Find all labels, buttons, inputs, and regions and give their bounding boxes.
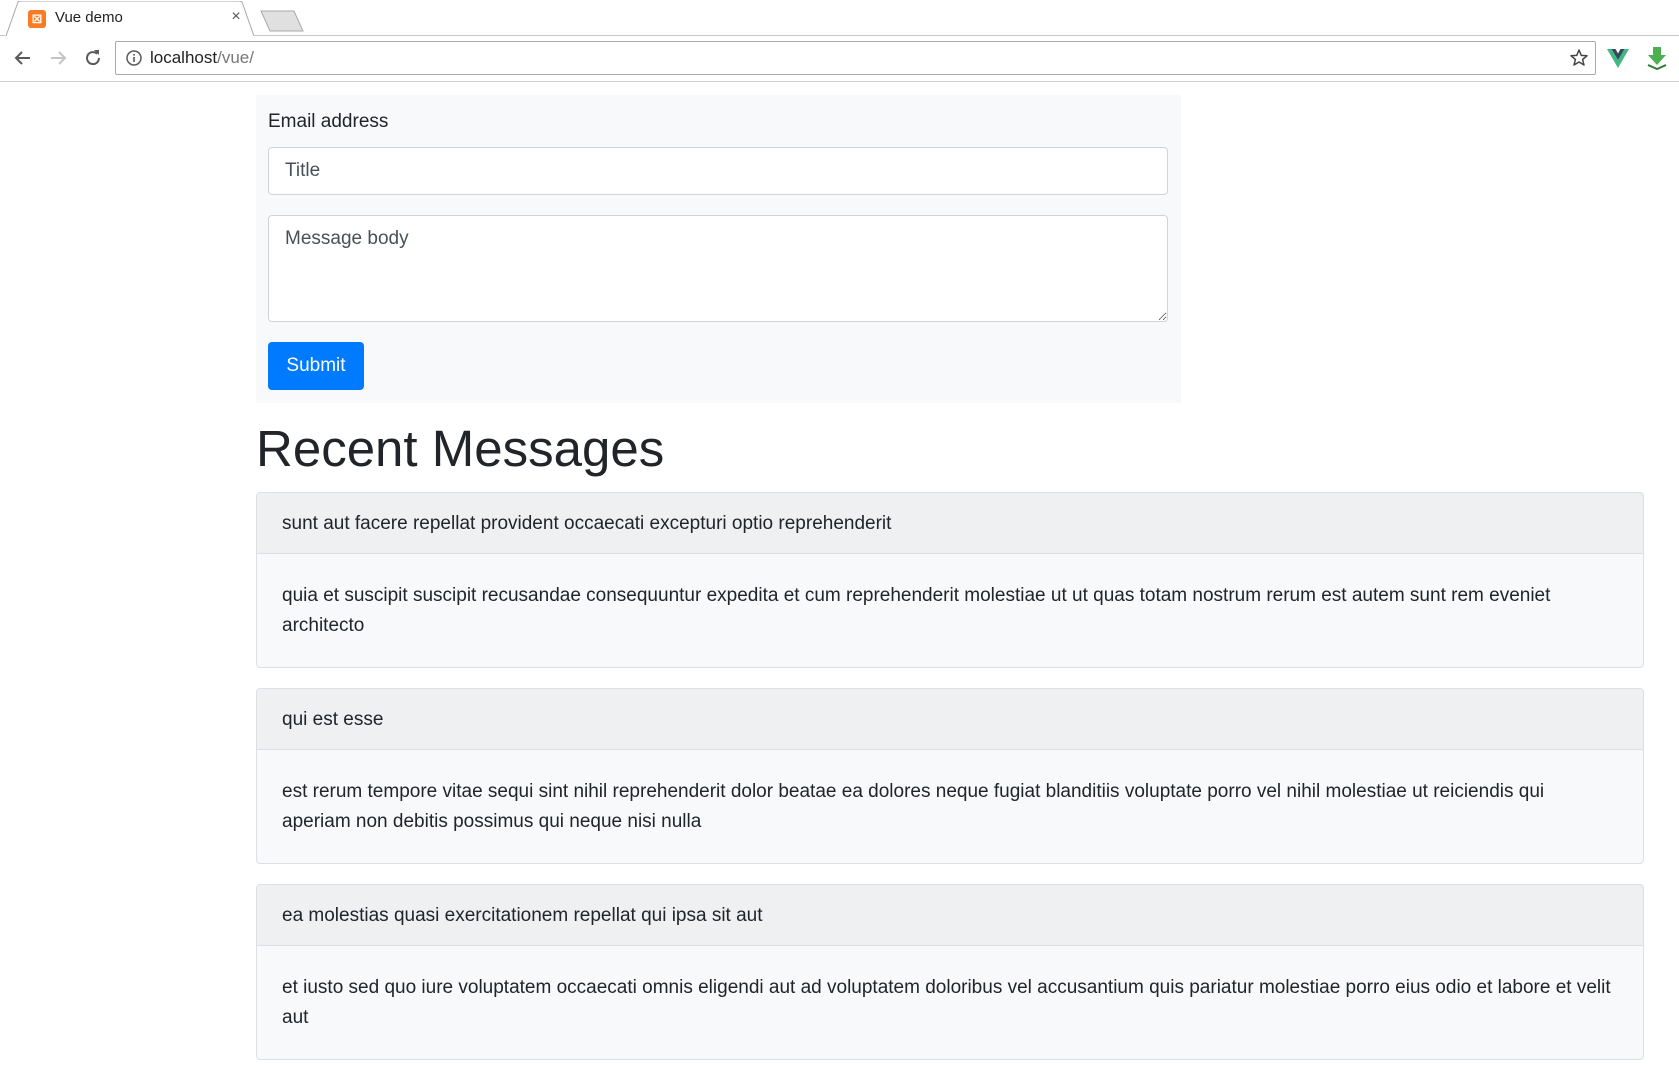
submit-button[interactable]: Submit (268, 342, 364, 390)
recent-messages-heading: Recent Messages (256, 420, 665, 477)
messages-list: sunt aut facere repellat provident occae… (256, 492, 1644, 1080)
vue-devtools-icon[interactable] (1605, 45, 1631, 71)
tab-title: Vue demo (55, 9, 123, 26)
message-card: qui est esse est rerum tempore vitae seq… (256, 688, 1644, 864)
message-title: sunt aut facere repellat provident occae… (257, 493, 1643, 554)
message-title: ea molestias quasi exercitationem repell… (257, 885, 1643, 946)
address-bar[interactable]: localhost/vue/ (115, 41, 1596, 75)
message-form: Email address Submit (256, 95, 1181, 403)
browser-toolbar: localhost/vue/ (0, 36, 1679, 82)
url-path: /vue/ (217, 48, 254, 67)
message-body: quia et suscipit suscipit recusandae con… (282, 585, 1551, 636)
title-input[interactable] (268, 147, 1168, 195)
tab-close-icon[interactable]: × (228, 8, 244, 26)
arrow-right-icon (51, 51, 67, 65)
url-text: localhost/vue/ (150, 48, 254, 68)
star-icon[interactable] (1569, 48, 1589, 68)
download-icon[interactable] (1644, 45, 1670, 71)
info-icon[interactable] (125, 49, 143, 67)
reload-button[interactable] (78, 43, 108, 73)
message-body-textarea[interactable] (268, 215, 1168, 322)
new-tab-button[interactable] (260, 10, 304, 32)
browser-tabstrip: ⊠ Vue demo × (0, 0, 1679, 36)
message-body: et iusto sed quo iure voluptatem occaeca… (282, 977, 1611, 1028)
message-card: sunt aut facere repellat provident occae… (256, 492, 1644, 668)
email-address-label: Email address (268, 111, 389, 132)
forward-button[interactable] (43, 43, 73, 73)
message-body: est rerum tempore vitae sequi sint nihil… (282, 781, 1545, 832)
reload-icon (86, 50, 101, 66)
back-button[interactable] (8, 43, 38, 73)
xampp-favicon-icon: ⊠ (28, 10, 46, 28)
arrow-left-icon (14, 51, 30, 65)
url-host: localhost (150, 48, 218, 67)
message-title: qui est esse (257, 689, 1643, 750)
